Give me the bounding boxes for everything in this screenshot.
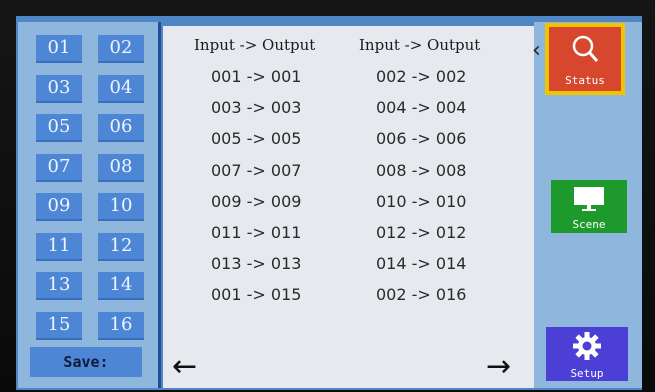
column-header-left: Input -> Output: [194, 36, 316, 54]
gear-icon: [573, 332, 601, 360]
mapping-entry: 002 -> 002: [376, 67, 467, 86]
preset-button-02[interactable]: 02: [98, 35, 144, 63]
mapping-entry: 005 -> 005: [211, 129, 302, 149]
next-page-arrow[interactable]: →: [486, 352, 511, 382]
collapse-caret[interactable]: ‹: [532, 40, 541, 62]
setup-button[interactable]: Setup: [546, 327, 628, 381]
preset-button-06[interactable]: 06: [98, 114, 144, 142]
save-button[interactable]: Save:: [30, 347, 142, 377]
mapping-entry: 001 -> 001: [211, 67, 302, 86]
prev-page-arrow[interactable]: ←: [172, 352, 197, 382]
scene-button[interactable]: Scene: [551, 180, 627, 233]
preset-button-03[interactable]: 03: [36, 74, 82, 103]
mapping-entry: 003 -> 003: [211, 98, 302, 118]
preset-button-10[interactable]: 10: [98, 193, 144, 221]
mapping-entry: 014 -> 014: [376, 254, 467, 274]
search-icon: [572, 35, 599, 62]
mapping-entry: 009 -> 009: [211, 191, 302, 211]
setup-label: Setup: [570, 367, 604, 380]
preset-button-07[interactable]: 07: [36, 153, 82, 182]
preset-button-05[interactable]: 05: [36, 114, 82, 142]
mapping-entry: 006 -> 006: [376, 129, 467, 149]
mapping-entry: 004 -> 004: [376, 98, 467, 118]
mapping-entry: 007 -> 007: [211, 160, 302, 180]
scene-label: Scene: [572, 218, 606, 231]
column-header-right: Input -> Output: [359, 36, 481, 54]
mapping-entry: 002 -> 016: [376, 285, 467, 305]
preset-button-15[interactable]: 15: [36, 311, 82, 340]
preset-button-08[interactable]: 08: [98, 153, 144, 182]
monitor-icon: [574, 187, 604, 211]
mapping-entry: 010 -> 010: [376, 191, 467, 211]
preset-button-11[interactable]: 11: [36, 232, 82, 261]
preset-button-14[interactable]: 14: [98, 272, 144, 300]
preset-button-01[interactable]: 01: [36, 35, 82, 63]
preset-button-12[interactable]: 12: [98, 232, 144, 261]
status-button[interactable]: Status: [545, 23, 625, 95]
preset-button-13[interactable]: 13: [36, 272, 82, 300]
mapping-entry: 013 -> 013: [211, 254, 302, 274]
mapping-entry: 001 -> 015: [211, 285, 302, 305]
mapping-entry: 008 -> 008: [376, 160, 467, 180]
preset-button-09[interactable]: 09: [36, 193, 82, 221]
preset-button-04[interactable]: 04: [98, 74, 144, 103]
mapping-entry: 012 -> 012: [376, 223, 467, 242]
status-label: Status: [565, 74, 605, 87]
mapping-entry: 011 -> 011: [211, 223, 302, 242]
preset-button-16[interactable]: 16: [98, 311, 144, 340]
